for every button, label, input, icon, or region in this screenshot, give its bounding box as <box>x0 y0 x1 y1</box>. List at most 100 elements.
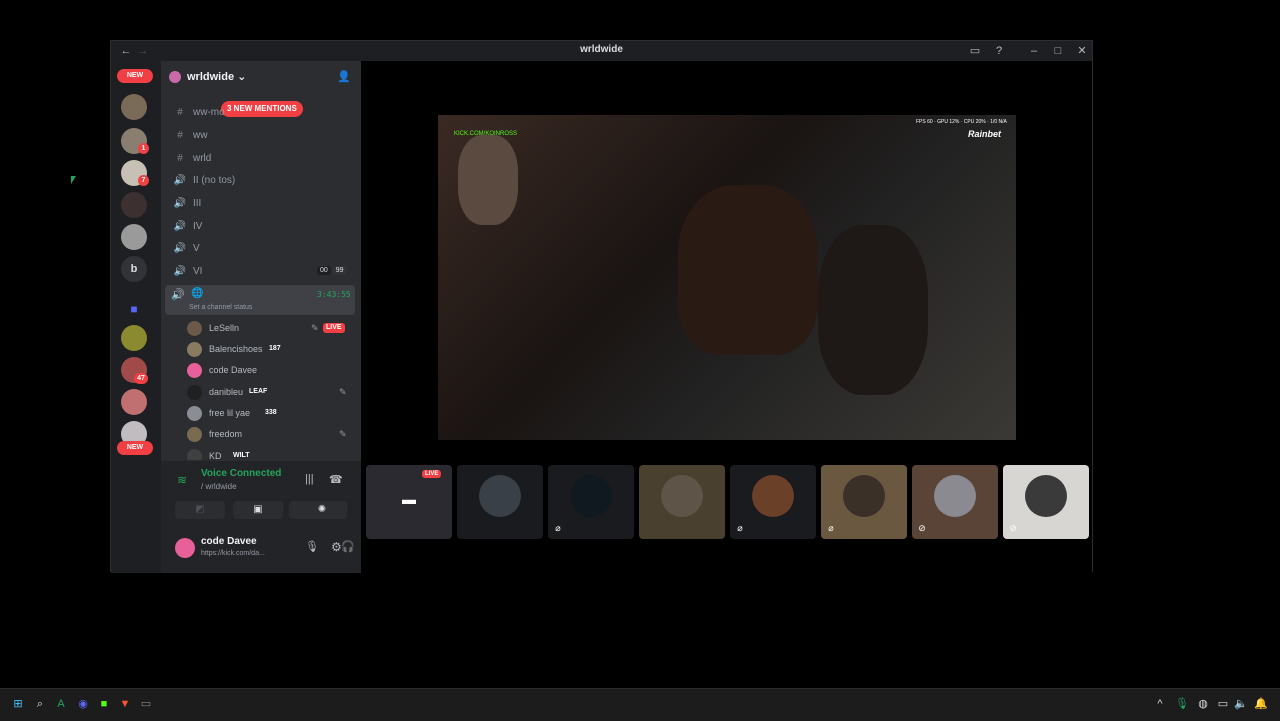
avatar <box>187 427 202 442</box>
server-rail: NEW 1 7 b ■ 47 NEW <box>111 61 161 573</box>
maximize-icon[interactable]: □ <box>1051 44 1065 58</box>
app-icon[interactable]: A <box>54 697 68 711</box>
participant-tile[interactable]: ⌀ <box>548 465 634 539</box>
speaker-icon: 🔊 <box>173 266 187 277</box>
server-icon[interactable] <box>121 325 147 351</box>
channel-name: V <box>193 243 200 254</box>
speaker-icon: 🔊 <box>173 198 187 209</box>
speaker-icon: 🔊 <box>173 221 187 232</box>
video-figure <box>678 185 818 355</box>
voice-status: Voice Connected <box>201 468 282 479</box>
app-icon[interactable]: ▭ <box>139 697 153 711</box>
chevron-up-icon[interactable]: ^ <box>1153 697 1167 711</box>
new-unread-pill[interactable]: NEW <box>117 441 153 455</box>
channel-item[interactable]: # wrld <box>167 149 355 169</box>
voice-user[interactable]: LeSelln ✎ LIVE <box>183 318 355 338</box>
camera-button[interactable]: ◩ <box>175 501 225 519</box>
server-icon-letter[interactable]: b <box>121 256 147 282</box>
discord-icon[interactable]: ◉ <box>76 697 90 711</box>
server-icon[interactable] <box>121 389 147 415</box>
soundboard-button[interactable]: ✺ <box>297 501 347 519</box>
mention-badge: 47 <box>134 373 148 384</box>
invite-people-icon[interactable]: 👤 <box>337 70 351 83</box>
mention-badge: 7 <box>138 175 149 186</box>
voice-user[interactable]: code Davee <box>183 360 355 380</box>
participant-tile[interactable] <box>457 465 543 539</box>
close-icon[interactable]: ✕ <box>1075 44 1089 58</box>
user-tag: LEAF <box>249 388 268 395</box>
participant-tile[interactable] <box>639 465 725 539</box>
disconnect-icon[interactable]: ☎ <box>329 473 343 486</box>
kick-icon[interactable]: ■ <box>97 697 111 711</box>
channel-item[interactable]: # ww-mo <box>167 103 355 123</box>
discord-window: ← → wrldwide ▭ ? – □ ✕ NEW 1 7 b ■ 47 NE… <box>110 40 1093 573</box>
search-icon[interactable]: ⌕ <box>33 697 47 711</box>
user-tag: 187 <box>269 345 281 352</box>
avatar[interactable] <box>175 538 195 558</box>
server-icon[interactable] <box>121 224 147 250</box>
server-icon[interactable] <box>121 94 147 120</box>
headphones-icon[interactable]: 🎧 <box>341 540 355 553</box>
start-icon[interactable]: ⊞ <box>11 697 25 711</box>
voice-user[interactable]: free lil yae 338 <box>183 403 355 423</box>
channel-status-prompt[interactable]: Set a channel status <box>189 304 252 311</box>
avatar <box>843 475 885 517</box>
channel-item[interactable]: # ww <box>167 126 355 146</box>
speaker-icon: 🔊 <box>173 243 187 254</box>
server-name: wrldwide <box>187 71 235 83</box>
voice-channel-item[interactable]: 🔊 IV <box>167 217 355 237</box>
help-icon[interactable]: ? <box>992 44 1006 58</box>
new-unread-pill[interactable]: NEW <box>117 69 153 83</box>
muted-icon: ⌀ <box>555 523 561 533</box>
network-icon[interactable]: ◍ <box>1196 697 1210 711</box>
channel-name: wrld <box>193 153 212 164</box>
folder-icon[interactable]: ■ <box>121 296 147 322</box>
server-name-dropdown[interactable]: wrldwide ⌄ <box>187 70 246 83</box>
voice-user[interactable]: Balencishoes 187 <box>183 339 355 359</box>
brave-icon[interactable]: ▼ <box>118 697 132 711</box>
active-voice-channel[interactable]: 🔊 🌐 3:43:55 Set a channel status <box>165 285 355 315</box>
volume-icon[interactable]: 🔈 <box>1234 697 1248 711</box>
participant-tile[interactable]: ⊘ <box>912 465 998 539</box>
voice-user[interactable]: danibleu LEAF ✎ <box>183 382 355 402</box>
user-name: code Davee <box>209 365 258 375</box>
hash-icon: # <box>177 153 183 164</box>
globe-icon: 🌐 <box>191 288 204 299</box>
screen-share-video[interactable]: KICK.COM/KOINROSS FPS 60 · GPU 12% · CPU… <box>438 115 1016 440</box>
minimize-icon[interactable]: – <box>1027 44 1041 58</box>
hash-icon: # <box>177 130 183 141</box>
server-icon[interactable] <box>121 192 147 218</box>
channel-sidebar: wrldwide ⌄ 👤 3 NEW MENTIONS # ww-mo # ww #… <box>161 61 361 573</box>
settings-gear-icon[interactable]: ⚙ <box>331 540 342 554</box>
voice-user[interactable]: freedom ✎ <box>183 424 355 444</box>
display-icon[interactable]: ▭ <box>1216 697 1230 711</box>
muted-icon: ✎ <box>311 323 319 333</box>
participant-tile-live[interactable]: LIVE ▬ <box>366 465 452 539</box>
user-name: danibleu <box>209 387 244 397</box>
live-badge: LIVE <box>323 323 345 333</box>
screen-share-button[interactable]: ▣ <box>233 501 283 519</box>
voice-channel-item[interactable]: 🔊 V <box>167 239 355 259</box>
user-name: KD <box>209 451 222 460</box>
participant-tile[interactable]: ⌀ <box>730 465 816 539</box>
user-tag: 338 <box>265 409 277 416</box>
muted-icon: ✎ <box>339 387 347 397</box>
stream-overlay-stats: FPS 60 · GPU 12% · CPU 20% · 1/0 N/A <box>916 119 1007 125</box>
microphone-icon[interactable]: 🎙 <box>305 540 319 553</box>
participant-tile[interactable]: ⊘ <box>1003 465 1089 539</box>
voice-channel-item[interactable]: 🔊 II (no tos) <box>167 171 355 191</box>
participant-tile[interactable]: ⌀ <box>821 465 907 539</box>
stream-overlay-url: KICK.COM/KOINROSS <box>454 131 518 137</box>
channel-name: III <box>193 198 202 209</box>
voice-location[interactable]: / wrldwide <box>201 482 237 491</box>
current-user-name: code Davee <box>201 536 257 547</box>
muted-icon: ⌀ <box>828 523 834 533</box>
microphone-icon[interactable]: 🎙 <box>1175 697 1189 711</box>
noise-suppression-icon[interactable]: ||| <box>305 473 314 485</box>
current-user-status: https://kick.com/da... <box>201 550 265 557</box>
voice-channel-item[interactable]: 🔊 III <box>167 194 355 214</box>
voice-user[interactable]: KD WILT <box>183 446 355 460</box>
inbox-icon[interactable]: ▭ <box>968 44 982 58</box>
stream-brand: Rainbet <box>968 129 1002 139</box>
notification-bell-icon[interactable]: 🔔 <box>1254 697 1268 711</box>
